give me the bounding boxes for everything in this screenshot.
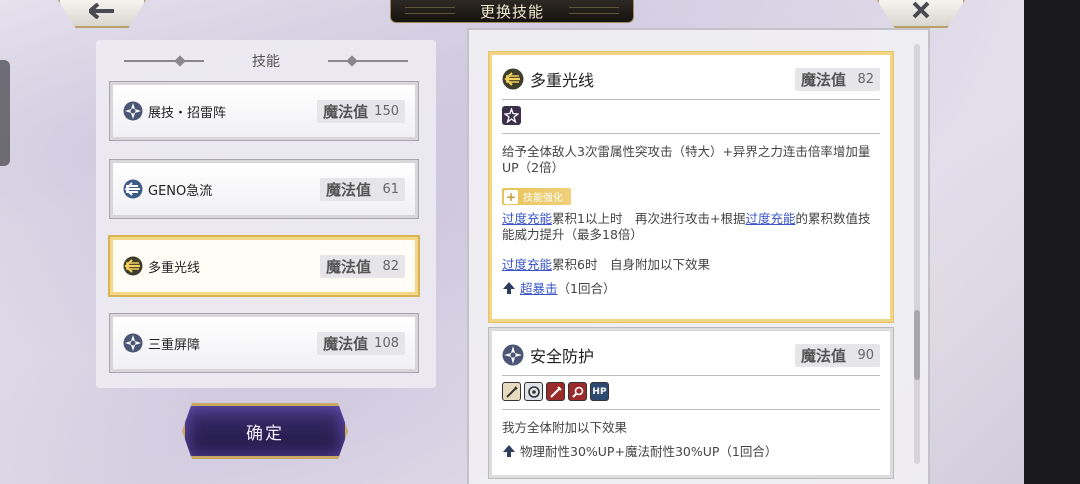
skill-detail-panel[interactable]: 多重光线 魔法值 82 给予全体敌人3次雷属性突攻击（特大）+异界之力连击倍率增… [467,28,930,484]
skill-name: 三重屏障 [148,337,201,353]
card-title-row: 多重光线 魔法值 82 [492,55,890,91]
mp-label: 魔法值 [325,257,371,276]
overcharge-link[interactable]: 过度充能 [745,211,795,226]
skill-list-title: 技能 [252,54,280,70]
buff-up-arrow-icon [503,445,515,457]
super-crit-link[interactable]: 超暴击 [520,281,558,296]
skill-enhance-badge: + 技能强化 [502,188,571,205]
mp-label: 魔法值 [800,346,846,365]
multi-beam-icon [502,68,524,90]
search-icon [568,382,587,401]
skill-item-3[interactable]: 三重屏障 魔法值 108 [109,313,419,373]
page-title: 更换技能 [479,2,544,21]
mp-value: 150 [374,103,399,119]
triple-barrier-icon [123,333,143,353]
skill-list-panel: 技能 展技・招雷阵 魔法值 150 GENO急流 魔法值 61 多重光线 魔法值… [96,40,436,388]
multi-beam-icon [123,256,143,276]
enhance-label: 技能强化 [523,193,563,204]
mp-value: 108 [374,335,399,351]
overcharge-link[interactable]: 过度充能 [502,257,552,272]
header-ornament-right [328,60,408,62]
scrollbar-thumb[interactable] [914,310,920,380]
title-deco-right [569,7,619,14]
close-icon [912,1,930,23]
mp-label: 魔法值 [800,70,846,89]
skill-item-1[interactable]: GENO急流 魔法值 61 [109,159,419,219]
skill-description: 给予全体敌人3次雷属性突攻击（特大）+异界之力连击倍率增加量UP（2倍） [502,144,871,175]
skill-name: 多重光线 [148,260,201,276]
mp-label: 魔法值 [323,102,369,121]
arrow-left-icon [86,1,115,23]
sword-icon [502,382,521,401]
effect-text: 累积1以上时 再次进行攻击+根据 [552,211,746,226]
safety-guard-icon [502,344,524,366]
card-skill-name: 多重光线 [530,71,595,90]
mp-cost: 魔法值 90 [794,343,880,367]
buff-line: 超暴击（1回合） [492,273,890,297]
scrollbar-track[interactable] [914,44,920,464]
side-drawer-handle[interactable] [0,60,10,166]
mp-cost: 魔法值 150 [317,99,405,123]
rapid-stream-icon [123,179,143,199]
overcharge-effect-1: 过度充能累积1以上时 再次进行攻击+根据过度充能的累积数值技能威力提升（最多18… [492,205,890,243]
mp-value: 82 [857,71,874,87]
confirm-label: 确定 [246,423,284,444]
overcharge-link[interactable]: 过度充能 [502,211,552,226]
header-ornament-left [124,60,204,62]
skill-description: 我方全体附加以下效果 [502,420,628,435]
skill-name: 展技・招雷阵 [148,105,227,121]
thunder-gear-icon [123,101,143,121]
mp-value: 90 [857,347,874,363]
hp-text: HP [592,386,607,397]
mp-cost: 魔法值 82 [319,254,405,278]
title-deco-left [405,7,455,14]
star-burst-icon [502,106,521,125]
skill-detail-card: 安全防护 魔法值 90 HP 我方全体附加以下效果 物理耐性30%UP+魔法耐性… [488,327,894,479]
mp-label: 魔法值 [323,334,369,353]
buff-text: 物理耐性30%UP+魔法耐性30%UP（1回合） [520,444,778,459]
mp-cost: 魔法值 82 [794,67,880,91]
card-title-row: 安全防护 魔法值 90 [492,331,890,367]
mp-cost: 魔法值 108 [317,331,405,355]
plus-icon: + [504,189,518,204]
mp-value: 61 [382,181,399,197]
skill-item-0[interactable]: 展技・招雷阵 魔法值 150 [109,81,419,141]
screen-edge-strip [1024,0,1080,484]
effect-text: 累积6时 自身附加以下效果 [552,257,710,272]
buff-up-arrow-icon [503,282,515,294]
mp-value: 82 [382,258,399,274]
skill-name: GENO急流 [148,183,213,199]
buff-duration: （1回合） [557,281,616,296]
shield-gear-icon [524,382,543,401]
page-title-bar: 更换技能 [390,0,634,23]
mp-label: 魔法值 [325,180,371,199]
overcharge-effect-2: 过度充能累积6时 自身附加以下效果 [492,243,890,273]
blade-icon [546,382,565,401]
skill-detail-card-selected: 多重光线 魔法值 82 给予全体敌人3次雷属性突攻击（特大）+异界之力连击倍率增… [488,51,894,323]
attribute-icons: HP [492,376,890,401]
skill-item-2-selected[interactable]: 多重光线 魔法值 82 [108,235,420,297]
attribute-icons [492,100,890,125]
confirm-button[interactable]: 确定 [182,403,348,459]
hp-icon: HP [590,382,609,401]
skill-list-header: 技能 [96,50,436,72]
buff-line: 物理耐性30%UP+魔法耐性30%UP（1回合） [492,436,890,460]
card-skill-name: 安全防护 [530,347,595,366]
mp-cost: 魔法值 61 [319,177,405,201]
